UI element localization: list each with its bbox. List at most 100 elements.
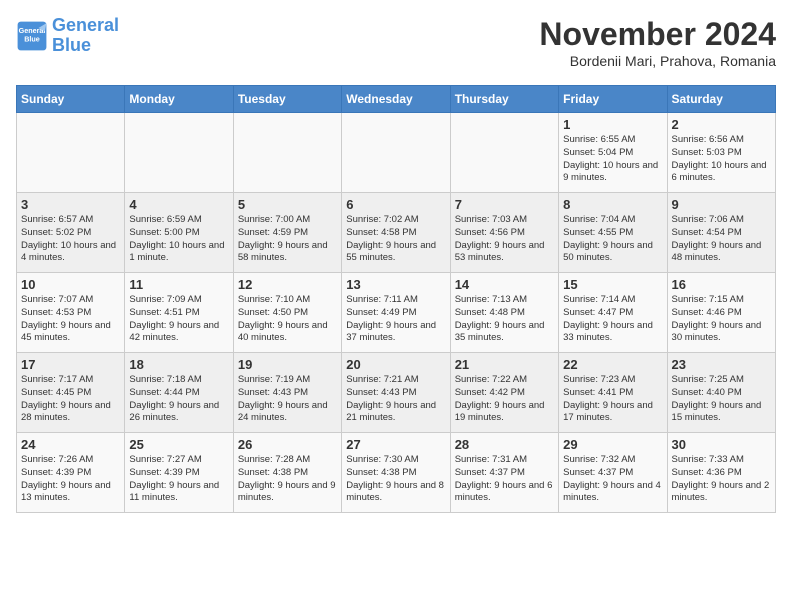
day-info: Sunrise: 7:03 AM Sunset: 4:56 PM Dayligh… [455,214,554,265]
calendar-day-10: 10 Sunrise: 7:07 AM Sunset: 4:53 PM Dayli… [17,273,125,353]
calendar-day-1: 1 Sunrise: 6:55 AM Sunset: 5:04 PM Daylig… [559,113,667,193]
day-info: Sunrise: 7:26 AM Sunset: 4:39 PM Dayligh… [21,454,120,505]
day-number: 10 [21,277,120,292]
day-number: 7 [455,197,554,212]
day-info: Sunrise: 7:33 AM Sunset: 4:36 PM Dayligh… [672,454,771,505]
calendar-day-19: 19Sunrise: 7:19 AM Sunset: 4:43 PM Dayli… [233,353,341,433]
month-title: November 2024 [539,16,776,53]
day-number: 11 [129,277,228,292]
calendar-day-4: 4 Sunrise: 6:59 AM Sunset: 5:00 PM Daylig… [125,193,233,273]
calendar-week-row: 10 Sunrise: 7:07 AM Sunset: 4:53 PM Dayli… [17,273,776,353]
weekday-header-tuesday: Tuesday [233,86,341,113]
day-info: Sunrise: 7:13 AM Sunset: 4:48 PM Dayligh… [455,294,554,345]
page-header: General Blue General Blue November 2024 … [16,16,776,69]
day-number: 6 [346,197,445,212]
day-info: Sunrise: 6:59 AM Sunset: 5:00 PM Dayligh… [129,214,228,265]
day-number: 28 [455,437,554,452]
day-info: Sunrise: 7:07 AM Sunset: 4:53 PM Dayligh… [21,294,120,345]
calendar-day-26: 26 Sunrise: 7:28 AM Sunset: 4:38 PM Dayli… [233,433,341,513]
weekday-header-wednesday: Wednesday [342,86,450,113]
calendar-day-empty [17,113,125,193]
day-info: Sunrise: 7:31 AM Sunset: 4:37 PM Dayligh… [455,454,554,505]
day-number: 4 [129,197,228,212]
calendar-day-9: 9 Sunrise: 7:06 AM Sunset: 4:54 PM Daylig… [667,193,775,273]
calendar-day-17: 17 Sunrise: 7:17 AM Sunset: 4:45 PM Dayli… [17,353,125,433]
calendar-day-empty [233,113,341,193]
logo-name-line1: General [52,16,119,36]
weekday-header-sunday: Sunday [17,86,125,113]
calendar-header: SundayMondayTuesdayWednesdayThursdayFrid… [17,86,776,113]
day-info: Sunrise: 7:27 AM Sunset: 4:39 PM Dayligh… [129,454,228,505]
day-number: 3 [21,197,120,212]
day-number: 17 [21,357,120,372]
day-number: 15 [563,277,662,292]
calendar-day-8: 8 Sunrise: 7:04 AM Sunset: 4:55 PM Daylig… [559,193,667,273]
calendar-day-21: 21 Sunrise: 7:22 AM Sunset: 4:42 PM Dayli… [450,353,558,433]
day-info: Sunrise: 6:55 AM Sunset: 5:04 PM Dayligh… [563,134,662,185]
day-info: Sunrise: 7:17 AM Sunset: 4:45 PM Dayligh… [21,374,120,425]
calendar-day-24: 24 Sunrise: 7:26 AM Sunset: 4:39 PM Dayli… [17,433,125,513]
day-info: Sunrise: 7:22 AM Sunset: 4:42 PM Dayligh… [455,374,554,425]
calendar-day-11: 11 Sunrise: 7:09 AM Sunset: 4:51 PM Dayli… [125,273,233,353]
calendar-day-16: 16 Sunrise: 7:15 AM Sunset: 4:46 PM Dayli… [667,273,775,353]
calendar-day-empty [450,113,558,193]
day-info: Sunrise: 7:19 AM Sunset: 4:43 PM Dayligh… [238,374,337,425]
calendar-day-12: 12 Sunrise: 7:10 AM Sunset: 4:50 PM Dayli… [233,273,341,353]
calendar-week-row: 24 Sunrise: 7:26 AM Sunset: 4:39 PM Dayli… [17,433,776,513]
logo-name-line2: Blue [52,36,119,56]
day-info: Sunrise: 7:04 AM Sunset: 4:55 PM Dayligh… [563,214,662,265]
day-number: 25 [129,437,228,452]
day-number: 27 [346,437,445,452]
calendar-day-6: 6Sunrise: 7:02 AM Sunset: 4:58 PM Daylig… [342,193,450,273]
calendar-day-empty [125,113,233,193]
day-number: 8 [563,197,662,212]
day-info: Sunrise: 7:28 AM Sunset: 4:38 PM Dayligh… [238,454,337,505]
weekday-header-friday: Friday [559,86,667,113]
calendar-week-row: 17 Sunrise: 7:17 AM Sunset: 4:45 PM Dayli… [17,353,776,433]
day-info: Sunrise: 7:21 AM Sunset: 4:43 PM Dayligh… [346,374,445,425]
weekday-header-thursday: Thursday [450,86,558,113]
calendar-day-18: 18Sunrise: 7:18 AM Sunset: 4:44 PM Dayli… [125,353,233,433]
calendar-day-15: 15 Sunrise: 7:14 AM Sunset: 4:47 PM Dayli… [559,273,667,353]
day-info: Sunrise: 7:15 AM Sunset: 4:46 PM Dayligh… [672,294,771,345]
day-info: Sunrise: 7:32 AM Sunset: 4:37 PM Dayligh… [563,454,662,505]
day-info: Sunrise: 7:25 AM Sunset: 4:40 PM Dayligh… [672,374,771,425]
day-number: 24 [21,437,120,452]
calendar-day-27: 27Sunrise: 7:30 AM Sunset: 4:38 PM Dayli… [342,433,450,513]
calendar-day-5: 5 Sunrise: 7:00 AM Sunset: 4:59 PM Daylig… [233,193,341,273]
weekday-header-row: SundayMondayTuesdayWednesdayThursdayFrid… [17,86,776,113]
calendar-day-2: 2Sunrise: 6:56 AM Sunset: 5:03 PM Daylig… [667,113,775,193]
day-info: Sunrise: 7:14 AM Sunset: 4:47 PM Dayligh… [563,294,662,345]
day-number: 30 [672,437,771,452]
day-info: Sunrise: 7:18 AM Sunset: 4:44 PM Dayligh… [129,374,228,425]
location-subtitle: Bordenii Mari, Prahova, Romania [539,53,776,69]
day-number: 16 [672,277,771,292]
calendar-day-29: 29 Sunrise: 7:32 AM Sunset: 4:37 PM Dayli… [559,433,667,513]
calendar-week-row: 1 Sunrise: 6:55 AM Sunset: 5:04 PM Daylig… [17,113,776,193]
day-number: 26 [238,437,337,452]
day-number: 23 [672,357,771,372]
svg-text:Blue: Blue [24,34,40,43]
calendar-day-3: 3Sunrise: 6:57 AM Sunset: 5:02 PM Daylig… [17,193,125,273]
calendar-day-28: 28 Sunrise: 7:31 AM Sunset: 4:37 PM Dayli… [450,433,558,513]
day-number: 5 [238,197,337,212]
weekday-header-monday: Monday [125,86,233,113]
day-info: Sunrise: 7:09 AM Sunset: 4:51 PM Dayligh… [129,294,228,345]
day-info: Sunrise: 7:10 AM Sunset: 4:50 PM Dayligh… [238,294,337,345]
logo-icon: General Blue [16,20,48,52]
calendar-day-25: 25 Sunrise: 7:27 AM Sunset: 4:39 PM Dayli… [125,433,233,513]
day-number: 1 [563,117,662,132]
day-number: 29 [563,437,662,452]
day-number: 9 [672,197,771,212]
day-number: 12 [238,277,337,292]
calendar-day-7: 7 Sunrise: 7:03 AM Sunset: 4:56 PM Daylig… [450,193,558,273]
day-number: 21 [455,357,554,372]
day-info: Sunrise: 7:00 AM Sunset: 4:59 PM Dayligh… [238,214,337,265]
day-info: Sunrise: 7:06 AM Sunset: 4:54 PM Dayligh… [672,214,771,265]
calendar-day-20: 20Sunrise: 7:21 AM Sunset: 4:43 PM Dayli… [342,353,450,433]
calendar-title-block: November 2024 Bordenii Mari, Prahova, Ro… [539,16,776,69]
day-number: 22 [563,357,662,372]
calendar-table: SundayMondayTuesdayWednesdayThursdayFrid… [16,85,776,513]
weekday-header-saturday: Saturday [667,86,775,113]
calendar-day-22: 22Sunrise: 7:23 AM Sunset: 4:41 PM Dayli… [559,353,667,433]
